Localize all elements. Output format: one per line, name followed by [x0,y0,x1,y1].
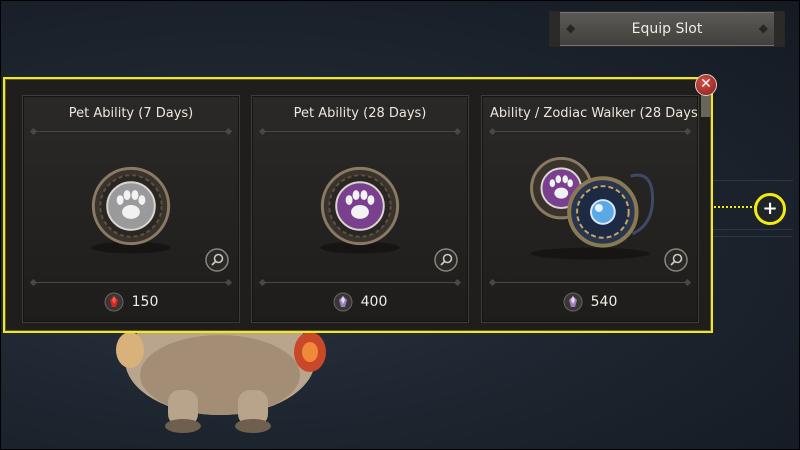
zodiac-pocket-watch-icon [567,173,655,248]
header-cap-left [550,12,560,46]
price-row: 540 [482,292,698,312]
card-divider-bottom [492,282,688,283]
price-row: 400 [252,292,468,312]
purple-gem-icon [563,292,583,312]
card-divider-bottom [33,282,229,283]
product-card-pet-ability-28-days[interactable]: Pet Ability (28 Days) 400 [251,95,469,323]
red-gem-icon [104,292,124,312]
card-title: Pet Ability (28 Days) [293,106,427,121]
plus-icon: + [762,198,778,219]
equip-slot-header[interactable]: ◆ Equip Slot ◆ [549,11,785,47]
ornament-left-icon: ◆ [566,21,576,35]
equip-slot-label: Equip Slot [631,21,703,37]
card-divider-bottom [262,282,458,283]
card-title: Ability / Zodiac Walker (28 Days [490,106,698,121]
ornament-right-icon: ◆ [758,21,768,35]
card-title: Pet Ability (7 Days) [68,106,194,121]
price-row: 150 [23,292,239,312]
dialog-side-tab [701,95,713,117]
card-divider-top [492,131,688,132]
zoom-magnifier-button[interactable] [434,248,458,272]
header-cap-right [774,12,784,46]
zoom-magnifier-button[interactable] [205,248,229,272]
add-slot-button[interactable]: + [754,193,786,225]
card-divider-top [33,131,229,132]
product-card-zodiac-walker-28-days[interactable]: Ability / Zodiac Walker (28 Days 540 [481,95,699,323]
product-card-pet-ability-7-days[interactable]: Pet Ability (7 Days) 150 [22,95,240,323]
price-value: 400 [360,294,388,310]
price-value: 540 [590,294,618,310]
price-value: 150 [131,294,159,310]
close-button[interactable]: ✕ [695,74,717,96]
pet-creature-image [116,330,326,433]
card-divider-top [262,131,458,132]
close-icon: ✕ [700,76,712,92]
zoom-magnifier-button[interactable] [664,248,688,272]
side-slot-panel-lower [712,236,792,341]
purple-gem-icon [333,292,353,312]
tutorial-connector-line [714,206,756,208]
